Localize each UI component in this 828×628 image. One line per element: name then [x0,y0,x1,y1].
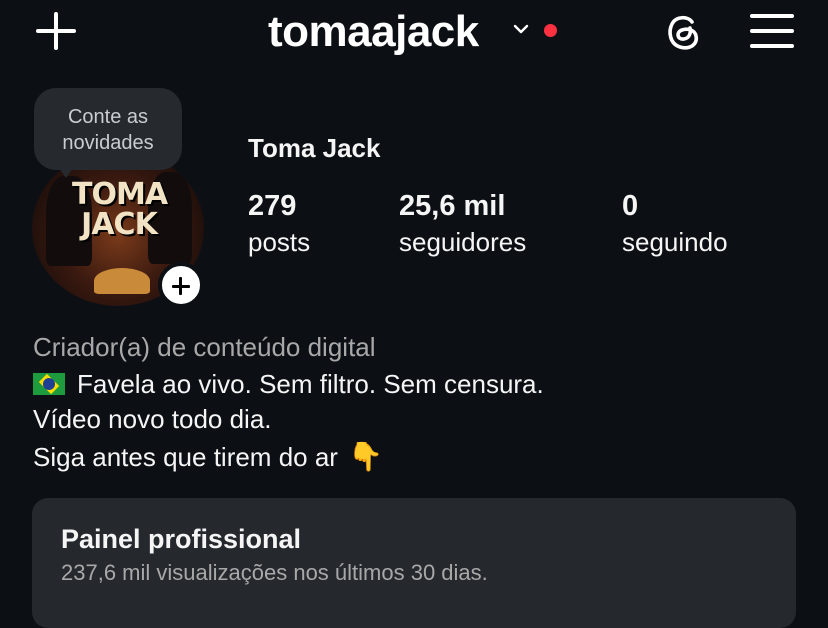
threads-icon[interactable] [662,10,706,54]
bio-line-2: Vídeo novo todo dia. [33,404,272,434]
full-name: Toma Jack [248,133,381,163]
add-story-button[interactable] [158,262,204,308]
followers-label: seguidores [399,227,527,257]
menu-icon[interactable] [750,12,794,50]
dashboard-subtitle: 237,6 mil visualizações nos últimos 30 d… [61,560,488,585]
followers-stat[interactable]: 25,6 mil seguidores [399,190,526,258]
notes-bubble[interactable]: Conte as novidades [34,88,182,170]
following-stat[interactable]: 0 seguindo [622,190,728,258]
username-title[interactable]: tomaajack [268,4,479,60]
pointing-down-hand-emoji: 👇 [347,441,383,472]
bio-line-3: Siga antes que tirem do ar 👇 [33,441,383,472]
create-plus-icon[interactable] [34,12,78,52]
dashboard-title: Painel profissional [61,524,302,554]
notes-bubble-tail [56,164,76,178]
professional-dashboard[interactable]: Painel profissional 237,6 mil visualizaç… [32,498,796,628]
chevron-down-icon[interactable] [512,20,530,38]
posts-label: posts [248,227,311,257]
followers-count: 25,6 mil [399,190,506,222]
notification-dot [544,24,557,37]
following-count: 0 [622,190,639,222]
avatar-logo: TOMA JACK [72,177,168,242]
bio-line-1: Favela ao vivo. Sem filtro. Sem censura. [33,369,544,400]
posts-stat[interactable]: 279 posts [248,190,310,258]
following-label: seguindo [622,227,728,257]
brazil-flag-emoji [33,373,65,395]
posts-count: 279 [248,190,297,222]
category-label: Criador(a) de conteúdo digital [33,332,376,362]
